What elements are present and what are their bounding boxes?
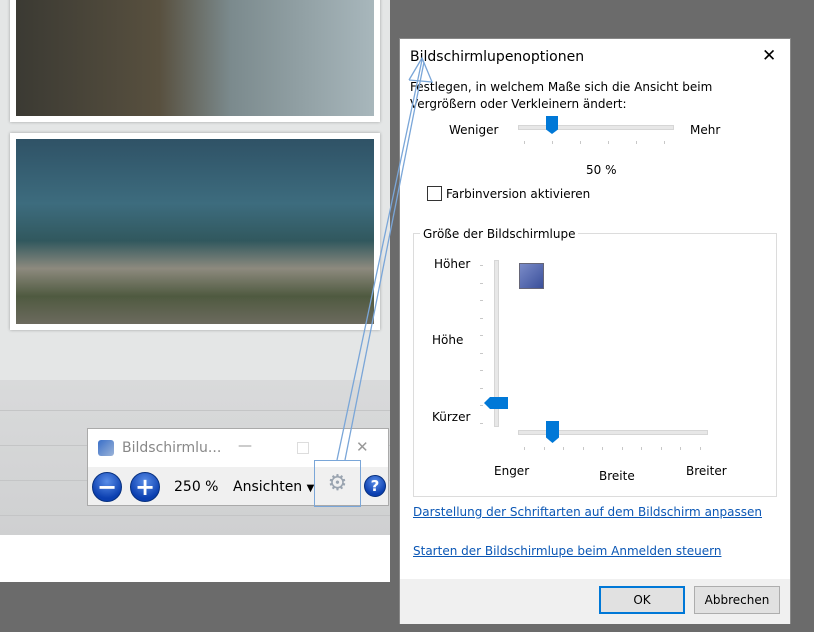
callout-arrow bbox=[336, 56, 434, 461]
